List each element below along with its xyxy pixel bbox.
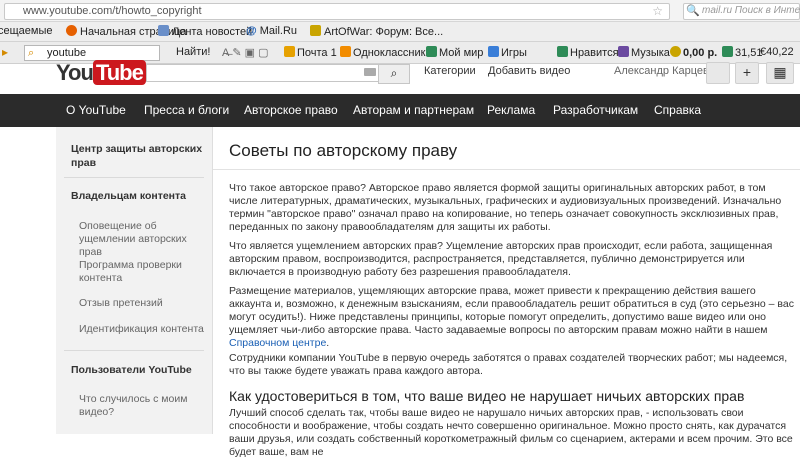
toolbar-search-value[interactable]: youtube [47,47,86,59]
dollar-icon [722,46,733,57]
search-icon: ⌕ [28,47,35,59]
bookmark-star-icon[interactable]: ☆ [652,4,663,18]
sidebar-item-content-id[interactable]: Идентификация контента [79,323,204,336]
section-heading: Как удостовериться в том, что ваше видео… [229,388,745,404]
main-content: Советы по авторскому праву Что такое авт… [213,127,800,458]
myworld-icon [426,46,437,57]
help-center-link[interactable]: Справочном центре [229,337,326,349]
paragraph-what-is-copyright: Что такое авторское право? Авторское пра… [229,182,782,233]
bookmark-label: сещаемые [0,25,53,37]
at-icon: @ [246,25,257,37]
toolbar-label: Нравится [570,47,619,59]
sidebar-divider [64,350,204,351]
plus-button[interactable]: + [735,62,759,84]
youtube-header: You Tube ⌕ Категории Добавить видео Алекс… [0,60,800,94]
bookmark-item[interactable]: Лента новостей [158,25,252,38]
toolbar-label: Почта 1 [297,47,337,59]
games-icon [488,46,499,57]
paragraph-best-way: Лучший способ сделать так, чтобы ваше ви… [229,407,793,458]
sidebar-item-what-happened[interactable]: Что случилось с моим видео? [79,393,204,419]
nav-help[interactable]: Справка [654,103,701,117]
title-divider [213,169,800,170]
toolbar-item-ok[interactable]: Одноклассники [340,46,432,59]
bookmark-item[interactable]: сещаемые [0,25,53,37]
bookmarks-bar: сещаемые Начальная страница Лента новост… [0,22,800,42]
paragraph-consequences-text: Размещение материалов, ущемляющих авторс… [229,285,794,336]
search-icon: ⌕ [390,66,398,80]
page-title: Советы по авторскому праву [229,141,458,160]
nav-press[interactable]: Пресса и блоги [144,103,229,117]
bookmark-item[interactable]: @ Mail.Ru [246,25,297,37]
url-text[interactable]: www.youtube.com/t/howto_copyright [23,5,202,17]
toolbar-search-input[interactable]: ⌕ youtube [24,45,160,61]
bookmark-label: Mail.Ru [259,25,298,37]
ok-icon [340,46,351,57]
nav-copyright[interactable]: Авторское право [244,103,338,117]
nav-advertising[interactable]: Реклама [487,103,535,117]
left-sidebar: Центр защиты авторских прав Владельцам к… [56,127,213,434]
star-icon [310,25,321,36]
paragraph-consequences: Размещение материалов, ущемляющих авторс… [229,285,794,350]
mail-icon [284,46,295,57]
youtube-search-input[interactable] [146,64,380,82]
sidebar-copyright-center[interactable]: Центр защиты авторских прав [71,142,206,170]
toolbar-label: 31,51 [735,47,763,59]
browser-address-row: www.youtube.com/t/howto_copyright ☆ 🔍 ma… [0,0,800,22]
categories-link[interactable]: Категории [424,65,476,77]
paragraph-end: . [326,337,330,349]
money-icon [670,46,681,57]
toolbar-label: 0,00 р. [683,47,718,59]
logo-you: You [56,60,94,85]
toolbar-item-like[interactable]: Нравится [557,46,619,59]
search-engine-icon[interactable]: 🔍 [686,4,700,17]
toolbar-item-myworld[interactable]: Мой мир [426,46,483,59]
toolbar-label: Игры [501,47,527,59]
nav-about[interactable]: О YouTube [66,103,126,117]
browser-search-placeholder: mail.ru Поиск в Инте [702,5,800,16]
browser-search-field[interactable]: 🔍 mail.ru Поиск в Инте [683,3,800,20]
toolbar-logo-icon[interactable]: ▸ [2,45,8,59]
toolbar-item-mail[interactable]: Почта 1 [284,46,337,59]
url-bar[interactable]: www.youtube.com/t/howto_copyright ☆ [4,3,670,20]
toolbar-item-balance[interactable]: 0,00 р. [670,46,717,59]
rss-icon [158,25,169,36]
bookmark-label: ArtOfWar: Форум: Все... [324,26,444,38]
sidebar-youtube-users[interactable]: Пользователи YouTube [71,363,206,377]
keyboard-icon[interactable] [364,68,376,76]
sidebar-item-counter-notification[interactable]: Отзыв претензий [79,297,204,310]
music-icon [618,46,629,57]
user-name[interactable]: Александр Карцев [614,65,709,77]
sidebar-content-owners[interactable]: Владельцам контента [71,189,206,203]
sidebar-divider [64,177,204,178]
toolbar-item-music[interactable]: Музыка [618,46,670,59]
logo-tube: Tube [92,60,146,85]
account-icon[interactable]: ▦ [766,62,794,84]
nav-developers[interactable]: Разработчикам [553,103,638,117]
like-icon [557,46,568,57]
add-video-link[interactable]: Добавить видео [488,65,570,77]
paragraph-youtube-staff: Сотрудники компании YouTube в первую оче… [229,352,788,377]
toolbar-label: €40,22 [760,46,794,58]
bookmark-item[interactable]: ArtOfWar: Форум: Все... [310,25,443,38]
youtube-search-button[interactable]: ⌕ [378,64,410,84]
main-nav: О YouTube Пресса и блоги Авторское право… [0,94,800,127]
toolbar-item-dollar[interactable]: 31,51 [722,46,763,59]
toolbar-tools-icons[interactable]: A̶ ✎ ▣ ▢ [222,46,269,59]
sidebar-item-content-verification[interactable]: Программа проверки контента [79,259,204,285]
paragraph-infringement: Что является ущемлением авторских прав? … [229,240,773,278]
toolbar-item-games[interactable]: Игры [488,46,527,59]
find-button[interactable]: Найти! [176,46,210,58]
toolbar-label: Мой мир [439,47,484,59]
toolbar-label: Одноклассники [353,47,432,59]
nav-creators[interactable]: Авторам и партнерам [353,103,474,117]
youtube-logo[interactable]: You Tube [56,60,146,86]
firefox-icon [66,25,77,36]
user-avatar[interactable] [706,62,730,84]
sidebar-item-infringement-notice[interactable]: Оповещение об ущемлении авторских прав [79,220,204,259]
toolbar-label: Музыка [631,47,670,59]
bookmark-label: Лента новостей [172,26,253,38]
toolbar-item-euro[interactable]: €40,22 [760,46,794,58]
